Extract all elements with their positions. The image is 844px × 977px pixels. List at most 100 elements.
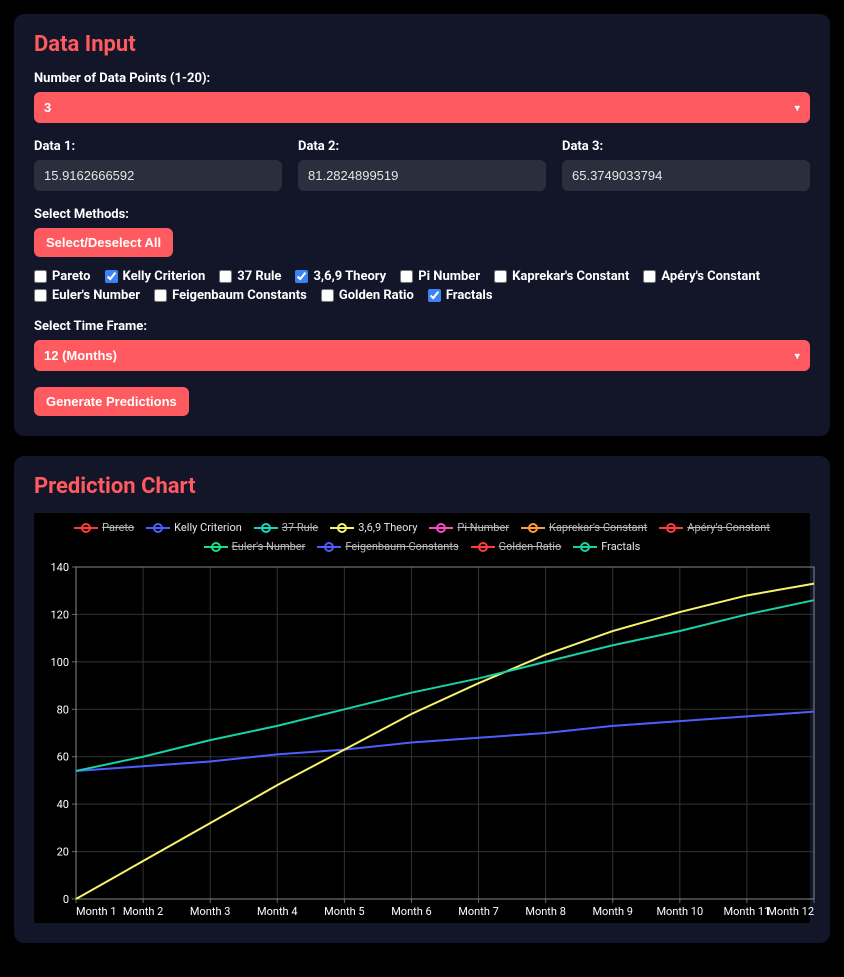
method-label: Kelly Criterion — [123, 269, 206, 284]
method-label: 3,6,9 Theory — [313, 269, 386, 284]
x-tick-label: Month 6 — [391, 905, 432, 918]
legend-swatch-icon — [74, 523, 98, 533]
legend-item[interactable]: Pi Number — [429, 521, 509, 534]
y-tick-label: 0 — [63, 893, 69, 906]
method-label: Euler's Number — [52, 288, 140, 303]
methods-row: Pareto Kelly Criterion 37 Rule 3,6,9 Theory… — [34, 269, 810, 303]
series-line — [76, 712, 814, 771]
method-item[interactable]: Kelly Criterion — [105, 269, 206, 284]
legend-swatch-icon — [429, 523, 453, 533]
legend-label: Pareto — [102, 521, 134, 534]
method-item[interactable]: Kaprekar's Constant — [494, 269, 629, 284]
num-points-select[interactable]: 3 — [34, 92, 810, 123]
method-item[interactable]: Fractals — [428, 288, 493, 303]
method-item[interactable]: 37 Rule — [219, 269, 281, 284]
legend-item[interactable]: Apéry's Constant — [659, 521, 770, 534]
x-tick-label: Month 4 — [257, 905, 298, 918]
method-checkbox[interactable] — [643, 270, 656, 283]
data-input-title: Data Input — [34, 32, 810, 57]
y-tick-label: 40 — [57, 798, 69, 811]
timeframe-select[interactable]: 12 (Months) — [34, 340, 810, 371]
x-tick-label: Month 3 — [190, 905, 231, 918]
method-item[interactable]: 3,6,9 Theory — [295, 269, 386, 284]
method-checkbox[interactable] — [400, 270, 413, 283]
data-input-panel: Data Input Number of Data Points (1-20):… — [14, 14, 830, 436]
method-label: Kaprekar's Constant — [512, 269, 629, 284]
x-tick-label: Month 2 — [123, 905, 164, 918]
chart-area: Pareto Kelly Criterion 37 Rule 3,6,9 Theory… — [34, 513, 810, 923]
legend-label: Kelly Criterion — [174, 521, 242, 534]
y-tick-label: 80 — [57, 703, 69, 716]
x-tick-label: Month 9 — [592, 905, 633, 918]
methods-block: Select Methods: Select/Deselect All Pare… — [34, 207, 810, 303]
method-item[interactable]: Pi Number — [400, 269, 480, 284]
method-checkbox[interactable] — [34, 289, 47, 302]
legend-item[interactable]: Fractals — [573, 540, 640, 553]
legend-item[interactable]: 3,6,9 Theory — [330, 521, 417, 534]
method-label: Fractals — [446, 288, 493, 303]
legend-label: Euler's Number — [232, 540, 306, 553]
method-item[interactable]: Pareto — [34, 269, 91, 284]
legend-swatch-icon — [330, 523, 354, 533]
method-checkbox[interactable] — [154, 289, 167, 302]
data-field-input-1[interactable] — [34, 160, 282, 191]
legend-label: Kaprekar's Constant — [549, 521, 647, 534]
method-label: Feigenbaum Constants — [172, 288, 307, 303]
data-field: Data 1: — [34, 139, 282, 191]
num-points-select-wrap: 3 — [34, 92, 810, 123]
generate-button[interactable]: Generate Predictions — [34, 387, 189, 416]
y-tick-label: 20 — [57, 846, 69, 859]
chart-legend: Pareto Kelly Criterion 37 Rule 3,6,9 Theory… — [38, 517, 806, 561]
method-checkbox[interactable] — [428, 289, 441, 302]
method-checkbox[interactable] — [321, 289, 334, 302]
method-item[interactable]: Apéry's Constant — [643, 269, 760, 284]
method-item[interactable]: Feigenbaum Constants — [154, 288, 307, 303]
chart-title: Prediction Chart — [34, 474, 810, 499]
method-checkbox[interactable] — [34, 270, 47, 283]
x-tick-label: Month 11 — [724, 905, 771, 918]
y-tick-label: 120 — [50, 608, 69, 621]
legend-item[interactable]: Kaprekar's Constant — [521, 521, 647, 534]
method-label: Apéry's Constant — [661, 269, 760, 284]
legend-item[interactable]: 37 Rule — [254, 521, 318, 534]
legend-label: Pi Number — [457, 521, 509, 534]
method-label: Pi Number — [418, 269, 480, 284]
y-tick-label: 100 — [50, 656, 69, 669]
legend-swatch-icon — [521, 523, 545, 533]
legend-label: Apéry's Constant — [687, 521, 770, 534]
method-checkbox[interactable] — [295, 270, 308, 283]
prediction-chart: 0 20 40 60 80 100 120 140 Month 1 Month 2 Month 3 M… — [38, 561, 822, 921]
method-label: 37 Rule — [237, 269, 281, 284]
select-all-button[interactable]: Select/Deselect All — [34, 228, 173, 257]
legend-item[interactable]: Feigenbaum Constants — [317, 540, 458, 553]
data-fields-row: Data 1:Data 2:Data 3: — [34, 139, 810, 191]
num-points-label: Number of Data Points (1-20): — [34, 71, 810, 86]
data-field: Data 2: — [298, 139, 546, 191]
legend-swatch-icon — [204, 542, 228, 552]
data-field-input-3[interactable] — [562, 160, 810, 191]
series-line — [76, 600, 814, 771]
x-tick-label: Month 8 — [525, 905, 566, 918]
method-label: Pareto — [52, 269, 91, 284]
x-tick-label: Month 7 — [458, 905, 499, 918]
x-tick-label: Month 10 — [656, 905, 703, 918]
y-tick-label: 140 — [50, 561, 69, 574]
method-checkbox[interactable] — [105, 270, 118, 283]
timeframe-block: Select Time Frame: 12 (Months) — [34, 319, 810, 371]
y-tick-label: 60 — [57, 751, 69, 764]
method-item[interactable]: Euler's Number — [34, 288, 140, 303]
legend-item[interactable]: Euler's Number — [204, 540, 306, 553]
chart-panel: Prediction Chart Pareto Kelly Criterion 37… — [14, 456, 830, 943]
data-field-label: Data 1: — [34, 139, 282, 154]
legend-label: Golden Ratio — [499, 540, 562, 553]
methods-label: Select Methods: — [34, 207, 810, 222]
method-checkbox[interactable] — [219, 270, 232, 283]
legend-label: Fractals — [601, 540, 640, 553]
legend-item[interactable]: Golden Ratio — [471, 540, 562, 553]
method-checkbox[interactable] — [494, 270, 507, 283]
legend-item[interactable]: Kelly Criterion — [146, 521, 242, 534]
legend-item[interactable]: Pareto — [74, 521, 134, 534]
data-field-input-2[interactable] — [298, 160, 546, 191]
method-item[interactable]: Golden Ratio — [321, 288, 414, 303]
x-tick-label: Month 1 — [76, 905, 117, 918]
